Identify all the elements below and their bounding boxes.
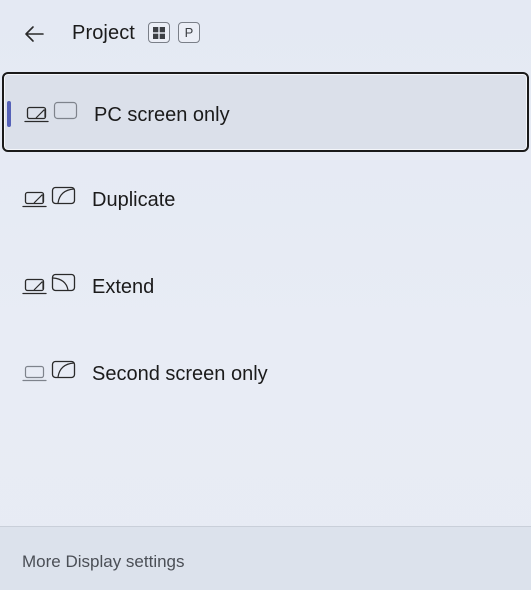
windows-key-badge [148, 22, 170, 43]
flyout-title: Project [72, 22, 135, 44]
back-arrow-icon [25, 26, 44, 42]
option-label: Extend [92, 276, 155, 298]
option-label: PC screen only [94, 104, 230, 126]
selection-indicator [7, 101, 11, 127]
option-second-screen-only[interactable]: Second screen only [2, 333, 529, 413]
option-duplicate[interactable]: Duplicate [2, 159, 529, 239]
option-label: Duplicate [92, 189, 176, 211]
back-button[interactable] [14, 16, 54, 52]
pc-screen-only-icon [24, 101, 78, 123]
second-screen-only-icon [22, 360, 76, 382]
project-flyout: Project P PC screen only Duplicate Exten… [0, 0, 531, 590]
option-pc-screen-only[interactable]: PC screen only [2, 72, 529, 152]
option-extend[interactable]: Extend [2, 246, 529, 326]
option-label: Second screen only [92, 363, 268, 385]
windows-logo-icon [153, 26, 165, 39]
duplicate-icon [22, 186, 76, 208]
flyout-footer: More Display settings [0, 526, 531, 590]
flyout-header: Project P [0, 0, 531, 68]
more-display-settings-link[interactable]: More Display settings [22, 552, 185, 572]
p-key-badge: P [178, 22, 200, 43]
extend-icon [22, 273, 76, 295]
